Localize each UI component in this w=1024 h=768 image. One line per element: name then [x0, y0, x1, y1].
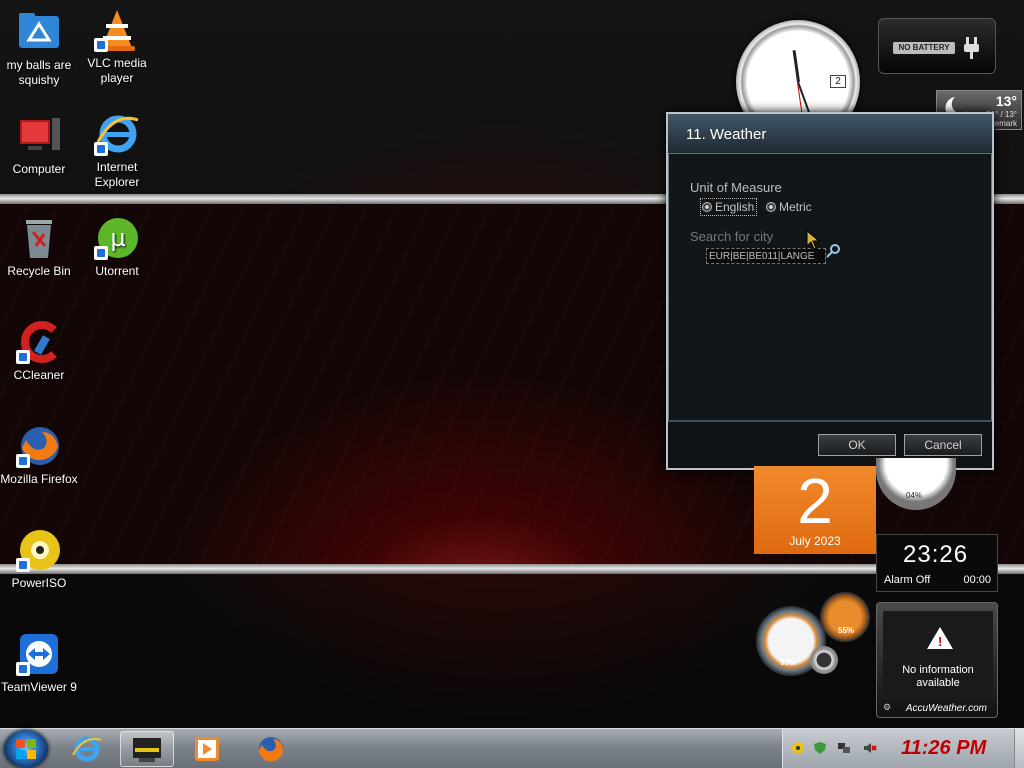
- weather-mini-temp: 13°: [995, 93, 1017, 109]
- radio-metric[interactable]: Metric: [766, 200, 812, 214]
- warning-mark: !: [938, 634, 943, 649]
- taskbar: 11:26 PM: [0, 728, 1024, 768]
- search-icon[interactable]: [826, 244, 840, 258]
- desktop-icon-folder[interactable]: my balls are squishy: [0, 10, 78, 88]
- memory-percent: 55%: [838, 626, 855, 635]
- desktop-icon-recycle-bin[interactable]: Recycle Bin: [0, 216, 78, 279]
- alarm-clock-time: 23:26: [903, 541, 969, 568]
- taskbar-internet-explorer[interactable]: [60, 731, 114, 767]
- firefox-icon: [16, 424, 62, 468]
- poweriso-icon: [16, 528, 62, 572]
- desktop-icon-teamviewer[interactable]: TeamViewer 9: [0, 632, 78, 695]
- desktop-icon-computer[interactable]: Computer: [0, 114, 78, 177]
- ccleaner-icon: [16, 320, 62, 364]
- folder-icon: [16, 10, 62, 54]
- dialog-body: Unit of Measure English Metric Search fo…: [690, 180, 980, 264]
- dialog-title: 11. Weather: [668, 114, 992, 154]
- accuweather-panel: ! No information available: [883, 611, 993, 695]
- unit-radio-group: English Metric: [690, 198, 980, 217]
- ie-icon: [94, 112, 140, 156]
- battery-gadget[interactable]: NO BATTERY: [878, 18, 996, 74]
- desktop-icon-ccleaner[interactable]: CCleaner: [0, 320, 78, 383]
- desktop[interactable]: my balls are squishy VLC media player Co…: [0, 0, 1024, 768]
- mouse-cursor-icon: [806, 229, 821, 255]
- gadget-app-icon: [131, 736, 163, 768]
- shortcut-arrow-icon: [16, 558, 30, 572]
- shortcut-arrow-icon: [16, 662, 30, 676]
- desktop-icon-ie[interactable]: Internet Explorer: [78, 112, 156, 190]
- radio-english[interactable]: English: [699, 198, 758, 216]
- desktop-icon-vlc[interactable]: VLC media player: [78, 8, 156, 86]
- wallpaper-rail-bottom: [0, 564, 1024, 574]
- firefox-icon: [256, 735, 286, 768]
- settings-icon[interactable]: ⚙: [883, 702, 891, 713]
- drive-meter-percent: 04%: [906, 491, 923, 500]
- teamviewer-icon: [16, 632, 62, 676]
- windows-logo-icon: [16, 739, 36, 764]
- ok-button[interactable]: OK: [818, 434, 896, 456]
- calendar-month: July 2023: [789, 534, 841, 548]
- alarm-clock-gadget[interactable]: 23:26 Alarm Off 00:00: [876, 534, 998, 592]
- clock-date: 2: [830, 75, 846, 88]
- computer-icon: [16, 114, 62, 158]
- tray-clock[interactable]: 11:26 PM: [901, 737, 986, 760]
- accuweather-brand[interactable]: AccuWeather.com: [906, 703, 987, 714]
- taskbar-firefox[interactable]: [244, 731, 298, 767]
- weather-settings-dialog[interactable]: 11. Weather Unit of Measure English Metr…: [666, 112, 994, 470]
- battery-status: NO BATTERY: [893, 42, 955, 54]
- tray-disc-icon[interactable]: [791, 741, 805, 755]
- cpu-meter-gadget[interactable]: 09% 55%: [750, 588, 874, 680]
- desktop-icon-poweriso[interactable]: PowerISO: [0, 528, 78, 591]
- radio-metric-dot: [766, 202, 776, 212]
- radio-english-dot: [702, 202, 712, 212]
- taskbar-cpu-meter[interactable]: [120, 731, 174, 767]
- tray-network-icon[interactable]: [837, 741, 851, 755]
- clock-hour-hand: [792, 50, 800, 83]
- show-desktop-button[interactable]: [1014, 729, 1024, 768]
- taskbar-media-player[interactable]: [180, 731, 234, 767]
- cpu-meter-knob-icon: [810, 646, 838, 674]
- cpu-percent: 09%: [780, 658, 797, 667]
- calendar-gadget[interactable]: 2 July 2023: [754, 466, 876, 554]
- calendar-day: 2: [797, 465, 833, 537]
- media-player-icon: [194, 736, 220, 767]
- shortcut-arrow-icon: [16, 350, 30, 364]
- tray-security-icon[interactable]: [813, 741, 827, 755]
- ie-icon: [72, 735, 102, 768]
- cancel-button[interactable]: Cancel: [904, 434, 982, 456]
- tray-volume-muted-icon[interactable]: [863, 741, 877, 755]
- alarm-time: 00:00: [963, 574, 991, 586]
- vlc-icon: [94, 8, 140, 52]
- unit-of-measure-label: Unit of Measure: [690, 180, 782, 195]
- shortcut-arrow-icon: [94, 246, 108, 260]
- desktop-icon-firefox[interactable]: Mozilla Firefox: [0, 424, 78, 487]
- start-button[interactable]: [4, 730, 48, 768]
- power-plug-icon: [963, 37, 981, 64]
- shortcut-arrow-icon: [94, 142, 108, 156]
- desktop-icon-utorrent[interactable]: µ Utorrent: [78, 216, 156, 279]
- alarm-status: Alarm Off: [884, 574, 931, 586]
- shortcut-arrow-icon: [94, 38, 108, 52]
- svg-text:µ: µ: [110, 224, 125, 252]
- accuweather-gadget[interactable]: ! No information available ⚙ AccuWeather…: [876, 602, 998, 718]
- recycle-bin-icon: [16, 216, 62, 260]
- shortcut-arrow-icon: [16, 454, 30, 468]
- accuweather-message: No information available: [902, 664, 974, 689]
- utorrent-icon: µ: [94, 216, 140, 260]
- system-tray: 11:26 PM: [782, 729, 1024, 768]
- search-city-label: Search for city: [690, 229, 774, 244]
